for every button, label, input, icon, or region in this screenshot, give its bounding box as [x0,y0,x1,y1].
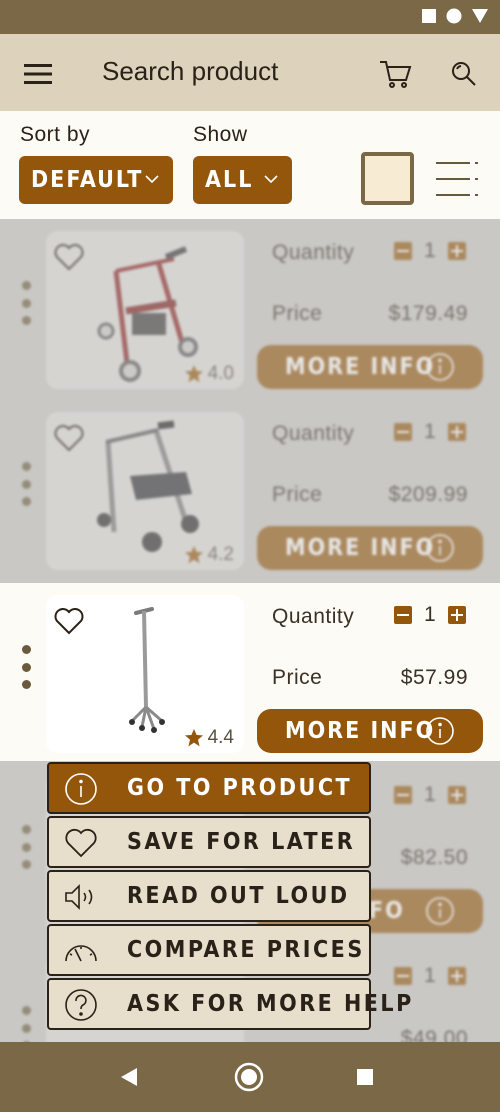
price-label: Price [272,666,323,689]
rating: 4.0 [184,363,234,385]
product-card[interactable]: 4.2 [46,412,244,570]
decrease-button[interactable] [394,967,412,985]
hamburger-menu-icon[interactable] [18,54,58,94]
star-icon [184,365,203,383]
decrease-button[interactable] [394,606,412,624]
page-title: Search product [102,56,279,86]
rating: 4.2 [184,544,234,566]
price-value: $209.99 [388,483,468,506]
ask-for-more-help-item[interactable]: ASK FOR MORE HELP [47,978,411,1030]
stop-square-icon [422,9,436,23]
chevron-down-icon [145,175,159,184]
context-menu: GO TO PRODUCT SAVE FOR LATER READ OUT LO… [47,762,411,1032]
more-options-icon[interactable] [18,462,34,506]
quantity-label: Quantity [272,605,355,628]
quantity-value: 1 [424,783,436,806]
grid-view-icon[interactable] [361,152,414,205]
go-to-product-item[interactable]: GO TO PRODUCT [47,762,371,814]
system-nav-bar [0,1042,500,1112]
decrease-button[interactable] [394,242,412,260]
info-icon [426,717,454,745]
show-dropdown[interactable]: ALL [193,156,292,204]
price-label: Price [272,302,323,325]
quantity-label: Quantity [272,422,355,445]
record-circle-icon [446,8,462,24]
more-options-icon[interactable] [18,281,34,325]
increase-button[interactable] [447,786,466,804]
increase-button[interactable] [447,967,466,985]
recents-square-icon[interactable] [348,1060,382,1094]
quantity-stepper: 1 [394,964,466,988]
cart-icon[interactable] [376,54,416,94]
heart-icon [63,827,99,859]
speaker-icon [63,881,99,913]
product-card[interactable]: 4.0 [46,231,244,389]
price-value: $57.99 [400,666,468,689]
quantity-stepper: 1 [394,603,466,627]
more-options-icon[interactable] [18,1006,34,1042]
quantity-value: 1 [424,603,436,626]
sort-value: DEFAULT [31,167,144,193]
info-icon [426,897,454,925]
more-options-icon[interactable] [18,645,34,689]
sort-dropdown[interactable]: DEFAULT [19,156,173,204]
price-value: $179.49 [388,302,468,325]
quantity-stepper: 1 [394,239,466,263]
filter-bar: Sort by DEFAULT Show ALL [0,111,500,219]
status-bar [0,0,500,34]
home-circle-icon[interactable] [232,1060,266,1094]
quantity-label: Quantity [272,241,355,264]
more-info-button[interactable]: MORE INFO [257,526,483,570]
product-row: 4.0 Quantity 1 Price $179.49 MORE INFO [0,219,500,399]
sort-by-label: Sort by [20,123,91,146]
increase-button[interactable] [447,423,466,441]
quantity-value: 1 [424,964,436,987]
more-options-icon[interactable] [18,825,34,869]
star-icon [184,729,203,747]
chevron-down-icon [264,175,278,184]
decrease-button[interactable] [394,786,412,804]
gauge-icon [63,935,99,967]
more-info-button[interactable]: MORE INFO [257,345,483,389]
app-bar: Search product [0,34,500,111]
increase-button[interactable] [447,606,466,624]
show-label: Show [193,123,248,146]
signal-triangle-icon [472,9,488,23]
help-icon [63,989,99,1021]
quantity-stepper: 1 [394,420,466,444]
price-label: Price [272,483,323,506]
product-row-selected: 4.4 Quantity 1 Price $57.99 MORE INFO [0,583,500,761]
info-icon [426,353,454,381]
search-icon[interactable] [444,54,484,94]
product-row: 4.2 Quantity 1 Price $209.99 MORE INFO [0,400,500,580]
star-icon [184,546,203,564]
increase-button[interactable] [447,242,466,260]
read-out-loud-item[interactable]: READ OUT LOUD [47,870,371,922]
quantity-stepper: 1 [394,783,466,807]
quantity-value: 1 [424,239,436,262]
price-value: $49.00 [400,1027,468,1042]
price-value: $82.50 [400,846,468,869]
decrease-button[interactable] [394,423,412,441]
product-card[interactable]: 4.4 [46,595,244,753]
back-triangle-icon[interactable] [112,1060,146,1094]
quantity-value: 1 [424,420,436,443]
show-value: ALL [205,167,254,193]
info-icon [63,773,99,805]
rating: 4.4 [184,727,234,749]
list-view-icon[interactable] [436,159,478,199]
save-for-later-item[interactable]: SAVE FOR LATER [47,816,371,868]
info-icon [426,534,454,562]
more-info-button[interactable]: MORE INFO [257,709,483,753]
compare-prices-item[interactable]: COMPARE PRICES [47,924,371,976]
